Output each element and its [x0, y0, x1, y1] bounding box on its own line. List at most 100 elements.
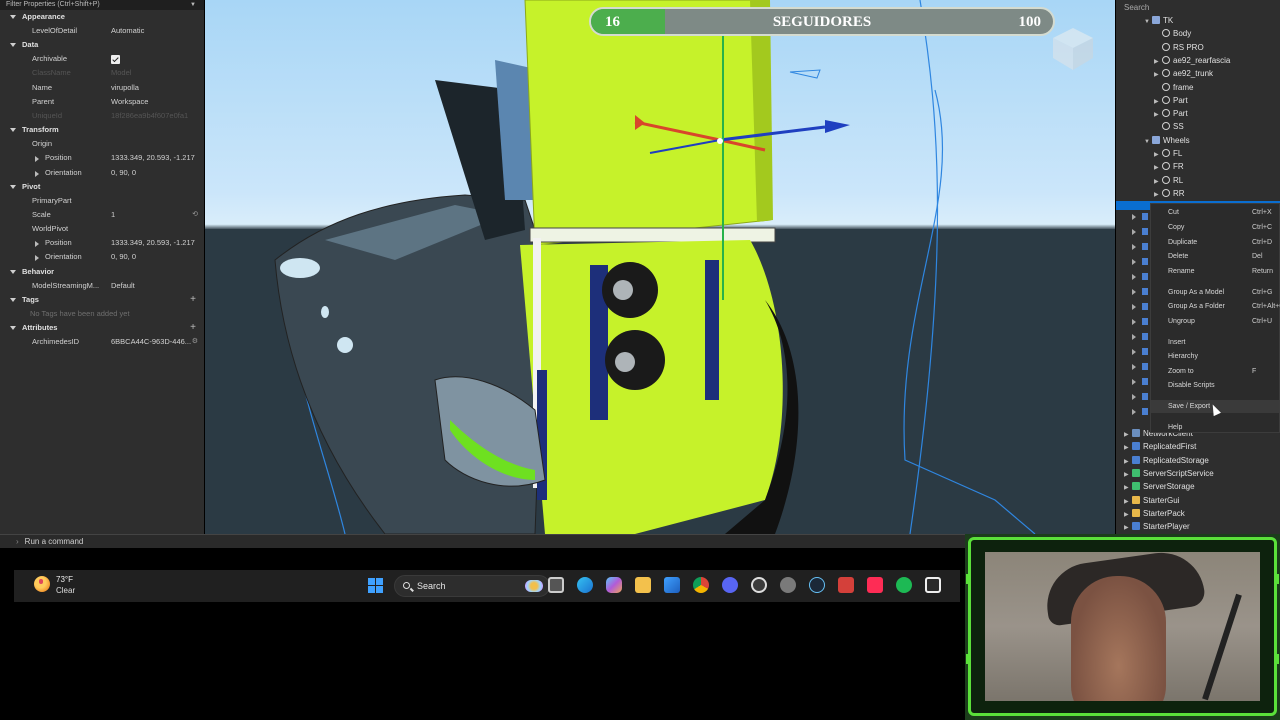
- context-menu-item[interactable]: Delete Del: [1151, 250, 1279, 263]
- task-view-icon[interactable]: [548, 577, 564, 593]
- tiktok-icon[interactable]: [867, 577, 883, 593]
- steam-icon[interactable]: [809, 577, 825, 593]
- explorer-item[interactable]: frame: [1154, 81, 1193, 94]
- explorer-service[interactable]: ▶ StarterGui: [1124, 494, 1179, 507]
- tree-item-collapsed[interactable]: [1132, 330, 1148, 345]
- add-attribute-icon[interactable]: +: [190, 321, 196, 335]
- tree-item-collapsed[interactable]: [1132, 300, 1148, 315]
- explorer-item[interactable]: RS PRO: [1154, 41, 1204, 54]
- file-explorer-icon[interactable]: [635, 577, 651, 593]
- reset-icon[interactable]: ⟲: [192, 208, 198, 222]
- tree-item-collapsed[interactable]: [1132, 210, 1148, 225]
- chrome-icon[interactable]: [693, 577, 709, 593]
- prop-archivable[interactable]: Archivable: [0, 52, 204, 66]
- explorer-item[interactable]: Body: [1154, 27, 1191, 40]
- context-menu-item[interactable]: Zoom to F: [1151, 365, 1279, 378]
- discord-icon[interactable]: [722, 577, 738, 593]
- explorer-item[interactable]: ▼ Wheels: [1144, 134, 1190, 147]
- tree-item-collapsed[interactable]: [1132, 315, 1148, 330]
- explorer-item[interactable]: ▶ ae92_trunk: [1154, 67, 1213, 80]
- section-attributes[interactable]: Attributes +: [0, 321, 204, 335]
- explorer-item[interactable]: ▶ RL: [1154, 174, 1183, 187]
- store-icon[interactable]: [664, 577, 680, 593]
- prop-wp-position[interactable]: Position 1333.349, 20.593, -1.217: [0, 236, 204, 250]
- prop-origin-orientation[interactable]: Orientation 0, 90, 0: [0, 166, 204, 180]
- explorer-service[interactable]: ▶ ServerScriptService: [1124, 467, 1214, 480]
- command-input[interactable]: Run a command: [25, 537, 84, 546]
- edge-icon[interactable]: [577, 577, 593, 593]
- section-data[interactable]: Data: [0, 38, 204, 52]
- context-menu-item[interactable]: Duplicate Ctrl+D: [1151, 236, 1279, 249]
- roblox-studio-icon[interactable]: [925, 577, 941, 593]
- explorer-item[interactable]: SS: [1154, 120, 1184, 133]
- explorer-service[interactable]: ▶ ServerStorage: [1124, 480, 1195, 493]
- prop-primary-part[interactable]: PrimaryPart: [0, 194, 204, 208]
- tree-item-collapsed[interactable]: [1132, 285, 1148, 300]
- tree-item-collapsed[interactable]: [1132, 225, 1148, 240]
- context-menu-item[interactable]: Hierarchy: [1151, 350, 1279, 363]
- tree-item-collapsed[interactable]: [1132, 270, 1148, 285]
- explorer-service[interactable]: ▶ ReplicatedStorage: [1124, 454, 1209, 467]
- prop-name[interactable]: Name virupolla: [0, 81, 204, 95]
- context-menu-item[interactable]: Rename Return: [1151, 265, 1279, 278]
- section-behavior[interactable]: Behavior: [0, 265, 204, 279]
- prop-archimedes-id[interactable]: ArchimedesID 6BBCA44C-963D-446... ⚙: [0, 335, 204, 349]
- tree-item-collapsed[interactable]: [1132, 240, 1148, 255]
- prop-scale[interactable]: Scale 1 ⟲: [0, 208, 204, 222]
- weather-icon[interactable]: [34, 576, 50, 592]
- context-menu-item[interactable]: Help: [1151, 421, 1279, 434]
- explorer-item[interactable]: ▶ Part: [1154, 107, 1188, 120]
- tree-item-collapsed[interactable]: [1132, 345, 1148, 360]
- explorer-item[interactable]: ▶ RR: [1154, 187, 1185, 200]
- explorer-service[interactable]: ▶ ReplicatedFirst: [1124, 440, 1196, 453]
- obs-icon[interactable]: [751, 577, 767, 593]
- 3d-viewport[interactable]: 16 SEGUIDORES 100: [205, 0, 1115, 534]
- explorer-service[interactable]: ▶ StarterPlayer: [1124, 520, 1190, 533]
- add-tag-icon[interactable]: +: [190, 293, 196, 307]
- explorer-search-input[interactable]: Search: [1120, 2, 1276, 14]
- tree-item-collapsed[interactable]: [1132, 360, 1148, 375]
- explorer-item[interactable]: ▶ FL: [1154, 147, 1182, 160]
- chevron-down-icon[interactable]: ▼: [190, 0, 196, 10]
- explorer-item[interactable]: ▶ FR: [1154, 160, 1184, 173]
- context-menu-item[interactable]: Ungroup Ctrl+U: [1151, 315, 1279, 328]
- weather-temperature[interactable]: 73°F: [56, 575, 73, 584]
- tree-item-collapsed[interactable]: [1132, 375, 1148, 390]
- taskbar-search[interactable]: Search: [394, 575, 550, 597]
- chevron-right-icon[interactable]: ▶: [1154, 189, 1162, 202]
- context-menu-item[interactable]: Disable Scripts: [1151, 379, 1279, 392]
- prop-origin[interactable]: Origin: [0, 137, 204, 151]
- context-menu-item[interactable]: Group As a Folder Ctrl+Alt+G: [1151, 300, 1280, 313]
- section-appearance[interactable]: Appearance: [0, 10, 204, 24]
- explorer-service[interactable]: ▶ StarterPack: [1124, 507, 1185, 520]
- prop-wp-orientation[interactable]: Orientation 0, 90, 0: [0, 250, 204, 264]
- prop-parent[interactable]: Parent Workspace: [0, 95, 204, 109]
- prop-level-of-detail[interactable]: LevelOfDetail Automatic: [0, 24, 204, 38]
- section-pivot[interactable]: Pivot: [0, 180, 204, 194]
- prop-world-pivot[interactable]: WorldPivot: [0, 222, 204, 236]
- tree-item-collapsed[interactable]: [1132, 390, 1148, 405]
- explorer-item[interactable]: ▶ Part: [1154, 94, 1188, 107]
- explorer-item[interactable]: ▼ TK: [1144, 14, 1173, 27]
- weather-condition[interactable]: Clear: [56, 586, 75, 595]
- copilot-icon[interactable]: [606, 577, 622, 593]
- gear-icon[interactable]: ⚙: [192, 335, 198, 349]
- chevron-down-icon[interactable]: ▼: [1144, 16, 1152, 29]
- tree-item-collapsed[interactable]: [1132, 255, 1148, 270]
- context-menu-item[interactable]: Copy Ctrl+C: [1151, 221, 1279, 234]
- section-transform[interactable]: Transform: [0, 123, 204, 137]
- context-menu-item[interactable]: Group As a Model Ctrl+G: [1151, 286, 1279, 299]
- archivable-checkbox[interactable]: [111, 55, 120, 65]
- section-tags[interactable]: Tags +: [0, 293, 204, 307]
- explorer-item[interactable]: ▶ ae92_rearfascia: [1154, 54, 1230, 67]
- prop-model-streaming[interactable]: ModelStreamingM... Default: [0, 279, 204, 293]
- windows-start-icon[interactable]: [368, 578, 383, 593]
- spotify-icon[interactable]: [896, 577, 912, 593]
- figma-icon[interactable]: [838, 577, 854, 593]
- context-menu-item[interactable]: Cut Ctrl+X: [1151, 206, 1279, 219]
- prop-origin-position[interactable]: Position 1333.349, 20.593, -1.217: [0, 151, 204, 165]
- properties-filter-header[interactable]: Filter Properties (Ctrl+Shift+P) ▼: [0, 0, 204, 10]
- settings-icon[interactable]: [780, 577, 796, 593]
- tree-item-collapsed[interactable]: [1132, 405, 1148, 420]
- context-menu-item[interactable]: Insert: [1151, 336, 1279, 349]
